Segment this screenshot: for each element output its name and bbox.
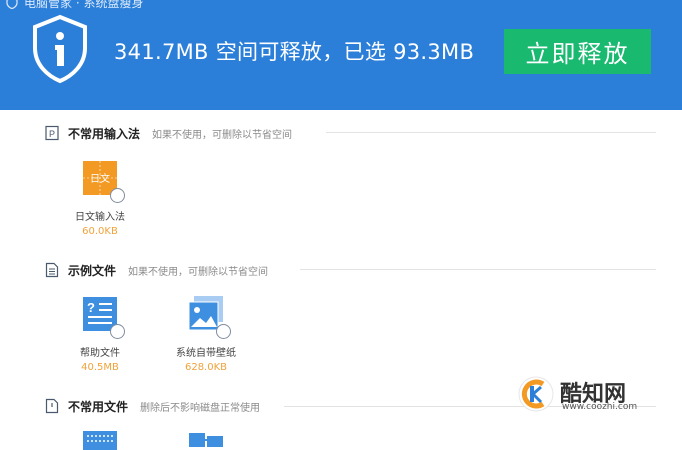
network-devices-icon: [189, 433, 223, 447]
breadcrumb-text: 电脑管家 · 系统盘瘦身: [24, 0, 144, 10]
section-header-ime: P 不常用输入法 如果不使用，可删除以节省空间: [45, 124, 292, 142]
select-checkbox[interactable]: [110, 324, 125, 339]
svg-text:?: ?: [87, 300, 95, 315]
section-divider: [326, 132, 656, 133]
select-checkbox[interactable]: [216, 324, 231, 339]
input-method-icon: P: [45, 125, 59, 141]
watermark-logo: 酷知网 www.coozhi.com: [516, 372, 638, 418]
section-header-sample-files: 示例文件 如果不使用，可删除以节省空间: [45, 261, 268, 279]
shield-info-icon: [33, 14, 87, 84]
header-banner: 电脑管家 · 系统盘瘦身 341.7MB 空间可释放，已选 93.3MB 立即释…: [0, 0, 682, 110]
coozhi-logo-icon: [518, 376, 554, 412]
section-title: 不常用文件: [68, 399, 129, 414]
cleanup-item-wallpapers[interactable]: 系统自带壁纸 628.0KB: [161, 296, 251, 373]
japanese-ime-icon-label: 日文: [90, 174, 110, 185]
section-desc: 删除后不影响磁盘正常使用: [140, 402, 261, 414]
item-name: 系统自带壁纸: [176, 348, 236, 359]
file-icon: [45, 398, 59, 414]
cleanup-list: P 不常用输入法 如果不使用，可删除以节省空间 日文 日文输入法 60.0KB …: [0, 110, 682, 450]
cleanup-item-japanese-ime[interactable]: 日文 日文输入法 60.0KB: [55, 160, 145, 237]
section-title: 不常用输入法: [68, 126, 141, 141]
section-desc: 如果不使用，可删除以节省空间: [128, 266, 269, 278]
section-header-unused-files: 不常用文件 删除后不影响磁盘正常使用: [45, 397, 260, 415]
breadcrumb: 电脑管家 · 系统盘瘦身: [6, 0, 143, 11]
select-checkbox[interactable]: [110, 188, 125, 203]
svg-text:P: P: [49, 129, 55, 139]
item-name: 帮助文件: [80, 348, 120, 359]
section-desc: 如果不使用，可删除以节省空间: [152, 129, 293, 141]
keyboard-icon: [83, 431, 117, 450]
item-size: 40.5MB: [81, 362, 119, 373]
shield-small-icon: [6, 0, 18, 9]
item-size: 628.0KB: [184, 362, 228, 373]
cleanup-item-help-files[interactable]: ? 帮助文件 40.5MB: [55, 296, 145, 373]
watermark-url: www.coozhi.com: [562, 402, 638, 412]
item-name: 日文输入法: [75, 212, 125, 223]
section-divider: [300, 269, 656, 270]
section-title: 示例文件: [68, 263, 117, 278]
item-size: 60.0KB: [82, 226, 118, 237]
space-summary: 341.7MB 空间可释放，已选 93.3MB: [114, 40, 475, 64]
document-icon: [45, 262, 59, 278]
release-now-button[interactable]: 立即释放: [504, 29, 651, 74]
